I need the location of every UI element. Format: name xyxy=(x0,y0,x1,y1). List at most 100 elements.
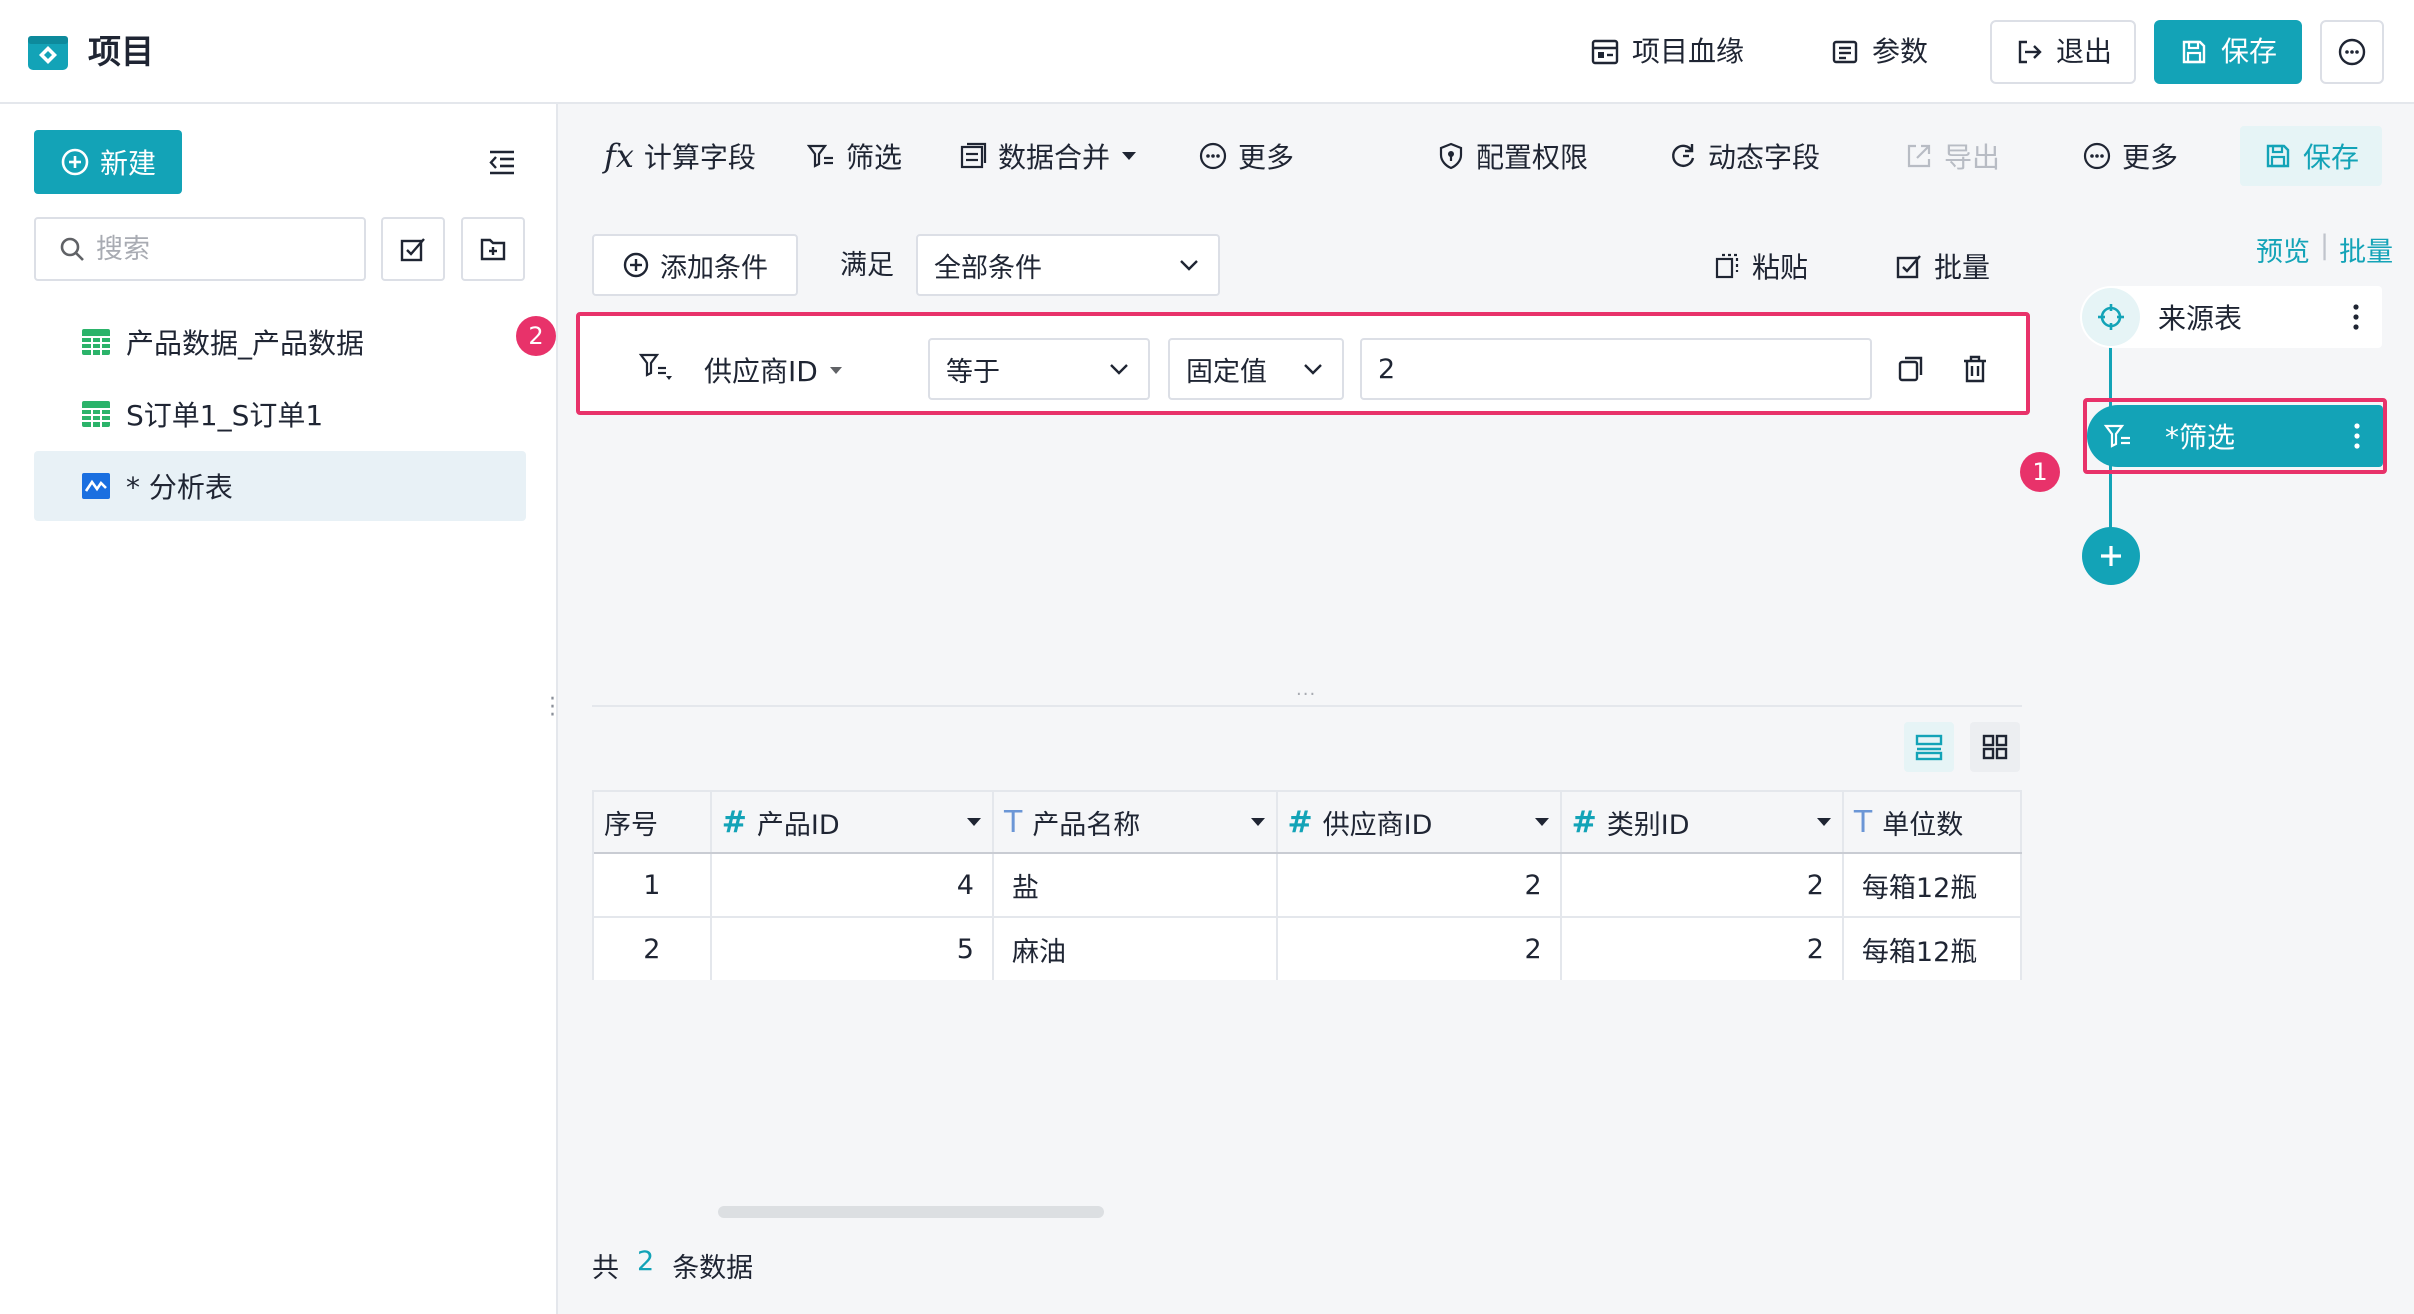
table-row: 2 5 麻油 2 2 每箱12瓶 xyxy=(594,917,2022,980)
crosshair-icon xyxy=(2082,288,2140,346)
column-menu-caret-icon[interactable] xyxy=(1534,816,1550,828)
toolbar-save-button[interactable]: 保存 xyxy=(2240,126,2382,186)
step-badge-2: 2 xyxy=(516,316,556,356)
copy-condition-icon[interactable] xyxy=(1896,354,1926,384)
operator-select[interactable]: 等于 xyxy=(928,338,1150,400)
column-header-product-id[interactable]: # 产品ID xyxy=(710,790,994,854)
record-count: 共 2 条数据 xyxy=(592,1246,753,1285)
batch-button[interactable]: 批量 xyxy=(1894,236,1990,296)
number-type-icon: # xyxy=(1287,804,1313,840)
record-count-prefix: 共 xyxy=(592,1253,619,1284)
new-button[interactable]: 新建 xyxy=(34,130,182,194)
delete-condition-icon[interactable] xyxy=(1960,354,1990,384)
list-view-icon xyxy=(1913,731,1945,763)
column-header-category-id[interactable]: # 类别ID xyxy=(1560,790,1844,854)
more-circle-icon xyxy=(2337,37,2367,67)
text-type-icon: T xyxy=(1853,804,1873,840)
column-menu-caret-icon[interactable] xyxy=(1250,816,1266,828)
collapse-sidebar-icon[interactable] xyxy=(486,146,518,178)
exit-label: 退出 xyxy=(2055,35,2112,68)
tree-item-label: S订单1_S订单1 xyxy=(126,399,324,432)
column-label: 单位数 xyxy=(1882,809,1964,841)
source-table-node[interactable]: 来源表 xyxy=(2080,286,2382,348)
table-cell: 2 xyxy=(1276,917,1562,980)
column-header-supplier-id[interactable]: # 供应商ID xyxy=(1276,790,1562,854)
column-label: 类别ID xyxy=(1606,809,1690,841)
paste-icon xyxy=(1712,251,1742,281)
table-cell: 每箱12瓶 xyxy=(1842,917,2022,980)
value-type-select[interactable]: 固定值 xyxy=(1168,338,1344,400)
header-more-button[interactable] xyxy=(2320,20,2384,84)
batch-select-button[interactable] xyxy=(381,217,445,281)
number-type-icon: # xyxy=(721,804,747,840)
sidebar-resize-handle[interactable]: · · · xyxy=(549,689,556,727)
preview-link[interactable]: 预览 xyxy=(2256,230,2310,269)
params-label: 参数 xyxy=(1872,35,1929,68)
toolbar-save-label: 保存 xyxy=(2302,141,2359,174)
more-button-2[interactable]: 更多 xyxy=(2082,126,2178,186)
export-icon xyxy=(1904,141,1934,171)
flow-batch-link[interactable]: 批量 xyxy=(2339,230,2393,269)
add-node-button[interactable] xyxy=(2082,527,2140,585)
column-header-unit-quantity[interactable]: T 单位数 xyxy=(1842,790,2022,854)
grid-view-icon xyxy=(1980,732,2010,762)
params-button[interactable]: 参数 xyxy=(1830,20,1928,84)
tree-item-analysis-table[interactable]: * 分析表 xyxy=(34,451,526,521)
tree-item-label: 产品数据_产品数据 xyxy=(126,327,365,360)
merge-button[interactable]: 数据合并 xyxy=(958,126,1138,186)
column-header-index[interactable]: 序号 xyxy=(594,790,712,854)
table-horizontal-scrollbar[interactable] xyxy=(718,1206,1104,1218)
table-cell: 4 xyxy=(710,853,994,918)
column-menu-caret-icon[interactable] xyxy=(966,816,982,828)
project-lineage-button[interactable]: 项目血缘 xyxy=(1590,20,1744,84)
tree-item-product-data[interactable]: 产品数据_产品数据 xyxy=(34,307,526,377)
operator-value: 等于 xyxy=(946,356,1000,388)
dynamic-refresh-icon xyxy=(1668,141,1698,171)
grid-view-toggle[interactable] xyxy=(1970,722,2020,772)
plus-circle-icon xyxy=(622,251,650,279)
chevron-down-icon xyxy=(1300,356,1326,382)
lineage-icon xyxy=(1590,37,1620,67)
more-button-1[interactable]: 更多 xyxy=(1198,126,1294,186)
exit-button[interactable]: 退出 xyxy=(1990,20,2136,84)
permission-button[interactable]: 配置权限 xyxy=(1436,126,1588,186)
tree-item-order[interactable]: S订单1_S订单1 xyxy=(34,379,526,449)
table-cell: 每箱12瓶 xyxy=(1842,853,2022,918)
step-badge-1: 1 xyxy=(2020,452,2060,492)
calc-field-button[interactable]: fx 计算字段 xyxy=(604,126,756,186)
number-type-icon: # xyxy=(1571,804,1597,840)
more-label: 更多 xyxy=(1238,141,1295,174)
filter-button[interactable]: 筛选 xyxy=(806,126,902,186)
more-label: 更多 xyxy=(2122,141,2179,174)
add-condition-button[interactable]: 添加条件 xyxy=(592,234,798,296)
dynamic-field-button[interactable]: 动态字段 xyxy=(1668,126,1820,186)
app-title: 项目 xyxy=(88,32,154,71)
satisfy-value: 全部条件 xyxy=(934,252,1042,284)
kebab-menu-icon[interactable] xyxy=(2352,303,2360,331)
permission-label: 配置权限 xyxy=(1476,141,1589,174)
paste-button[interactable]: 粘贴 xyxy=(1712,236,1808,296)
table-cell: 2 xyxy=(1560,853,1844,918)
caret-down-icon xyxy=(828,364,844,376)
column-menu-caret-icon[interactable] xyxy=(1816,816,1832,828)
calc-field-label: 计算字段 xyxy=(643,141,756,174)
app-logo-icon xyxy=(26,30,70,74)
save-icon xyxy=(2263,141,2293,171)
list-view-toggle[interactable] xyxy=(1904,722,1954,772)
new-folder-button[interactable] xyxy=(461,217,525,281)
export-button[interactable]: 导出 xyxy=(1904,126,2000,186)
condition-value-input[interactable] xyxy=(1360,338,1872,400)
column-header-product-name[interactable]: T 产品名称 xyxy=(992,790,1278,854)
satisfy-label: 满足 xyxy=(840,250,894,281)
checkbox-edit-icon xyxy=(1894,251,1924,281)
satisfy-select[interactable]: 全部条件 xyxy=(916,234,1220,296)
panel-divider xyxy=(592,705,2022,707)
header-save-button[interactable]: 保存 xyxy=(2154,20,2302,84)
condition-field-select[interactable]: 供应商ID xyxy=(704,340,844,400)
batch-label: 批量 xyxy=(1934,251,1991,284)
search-input[interactable] xyxy=(96,233,336,265)
search-box[interactable] xyxy=(34,217,366,281)
exit-icon xyxy=(2014,37,2044,67)
filter-label: 筛选 xyxy=(846,141,903,174)
panel-resize-handle[interactable]: ··· xyxy=(1296,684,1316,705)
